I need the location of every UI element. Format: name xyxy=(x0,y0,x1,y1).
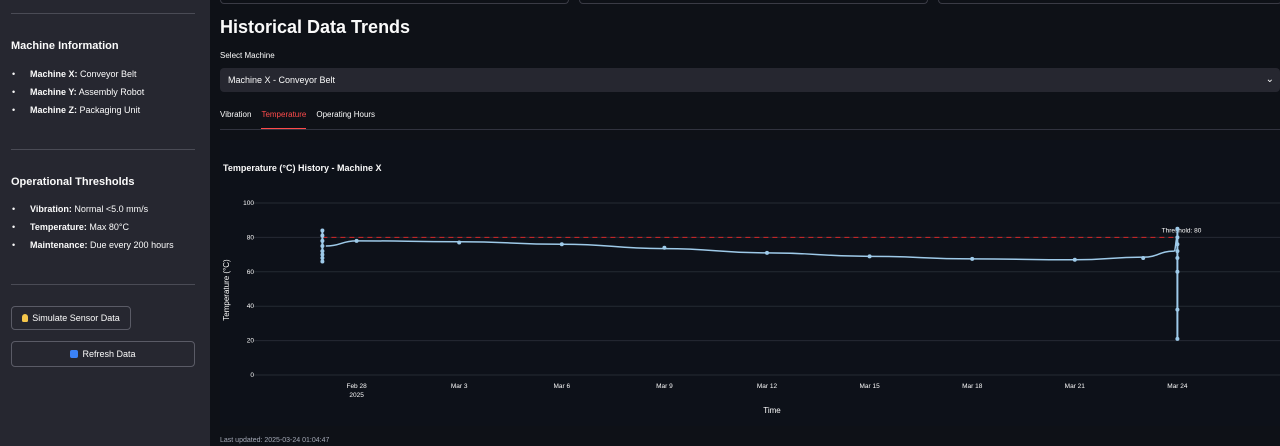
data-point[interactable] xyxy=(354,238,359,243)
data-point[interactable] xyxy=(320,259,325,264)
data-point[interactable] xyxy=(1141,256,1146,261)
data-point[interactable] xyxy=(1175,226,1180,231)
data-point[interactable] xyxy=(320,249,325,254)
tab-bar: Vibration Temperature Operating Hours xyxy=(220,109,385,130)
refresh-icon xyxy=(70,350,79,358)
data-point[interactable] xyxy=(1175,235,1180,240)
x-tick-label: Feb 28 xyxy=(346,383,367,390)
series-points xyxy=(320,226,1180,341)
x-tick-label: Mar 18 xyxy=(962,383,983,390)
data-point[interactable] xyxy=(1175,307,1180,312)
machine-info-list: Machine X: Conveyor Belt Machine Y: Asse… xyxy=(11,65,144,119)
tab-vibration[interactable]: Vibration xyxy=(220,109,251,129)
list-item: Vibration: Normal <5.0 mm/s xyxy=(11,200,174,218)
tab-operating-hours[interactable]: Operating Hours xyxy=(316,109,375,129)
x-tick-label: Mar 12 xyxy=(757,383,778,390)
select-machine-label: Select Machine xyxy=(220,51,275,60)
data-point[interactable] xyxy=(1175,249,1180,254)
y-tick-label: 80 xyxy=(247,234,255,241)
threshold-label: Threshold: 80 xyxy=(1162,227,1202,234)
data-point[interactable] xyxy=(320,228,325,233)
x-axis-label: Time xyxy=(763,406,781,415)
metric-card xyxy=(938,0,1280,4)
data-point[interactable] xyxy=(867,254,872,259)
chart-container: Temperature (°C) History - Machine X 0 20… xyxy=(220,140,1280,426)
sidebar-divider xyxy=(11,149,195,150)
x-axis-ticks: Feb 28 2025 Mar 3 Mar 6 Mar 9 Mar 12 Mar 15 Mar… xyxy=(346,383,1187,399)
thresholds-heading: Operational Thresholds xyxy=(11,176,135,188)
last-updated-text: Last updated: 2025-03-24 01:04:47 xyxy=(220,437,330,444)
data-point[interactable] xyxy=(320,252,325,257)
data-point[interactable] xyxy=(457,240,462,245)
y-tick-label: 0 xyxy=(250,372,254,379)
data-point[interactable] xyxy=(1175,336,1180,341)
data-point[interactable] xyxy=(1175,256,1180,261)
machine-select-value: Machine X - Conveyor Belt xyxy=(228,75,336,85)
x-tick-label: 2025 xyxy=(349,392,364,399)
series-line xyxy=(325,236,1179,261)
main-content: Historical Data Trends Select Machine Ma… xyxy=(210,0,1280,446)
x-tick-label: Mar 15 xyxy=(859,383,880,390)
y-tick-label: 100 xyxy=(243,200,254,207)
tab-divider xyxy=(220,129,1280,130)
page-title: Historical Data Trends xyxy=(220,17,411,37)
data-point[interactable] xyxy=(320,238,325,243)
list-item: Machine X: Conveyor Belt xyxy=(11,65,144,83)
list-item: Machine Y: Assembly Robot xyxy=(11,83,144,101)
data-point[interactable] xyxy=(320,244,325,248)
tab-temperature[interactable]: Temperature xyxy=(261,109,306,130)
temperature-chart: Temperature (°C) History - Machine X 0 20… xyxy=(222,163,1280,415)
data-point[interactable] xyxy=(320,233,325,238)
y-axis-label: Temperature (°C) xyxy=(222,259,231,321)
data-point[interactable] xyxy=(320,256,325,261)
data-point[interactable] xyxy=(1072,257,1077,262)
chart-title: Temperature (°C) History - Machine X xyxy=(223,163,381,173)
list-item: Maintenance: Due every 200 hours xyxy=(11,236,174,254)
y-axis-ticks: 0 20 40 60 80 100 xyxy=(243,200,254,379)
data-point[interactable] xyxy=(765,250,769,255)
y-tick-label: 20 xyxy=(247,338,255,345)
y-tick-label: 40 xyxy=(247,303,255,310)
lightbulb-icon xyxy=(22,314,29,322)
sidebar: Machine Information Machine X: Conveyor … xyxy=(0,0,210,446)
refresh-data-button[interactable]: Refresh Data xyxy=(11,341,195,367)
sidebar-divider xyxy=(11,13,195,14)
x-tick-label: Mar 21 xyxy=(1065,383,1086,390)
x-tick-label: Mar 9 xyxy=(656,383,673,390)
data-point[interactable] xyxy=(559,242,564,247)
simulate-sensor-data-button[interactable]: Simulate Sensor Data xyxy=(11,306,131,330)
data-point[interactable] xyxy=(1175,242,1180,247)
chart-grid xyxy=(254,202,1280,376)
machine-select[interactable]: Machine X - Conveyor Belt ⌄ xyxy=(220,68,1280,92)
metric-card xyxy=(579,0,928,4)
metric-card xyxy=(220,0,569,4)
x-tick-label: Mar 3 xyxy=(451,383,468,390)
x-tick-label: Mar 24 xyxy=(1167,383,1188,390)
thresholds-list: Vibration: Normal <5.0 mm/s Temperature:… xyxy=(11,200,174,254)
machine-info-heading: Machine Information xyxy=(11,40,119,52)
data-point[interactable] xyxy=(970,256,975,261)
y-tick-label: 60 xyxy=(247,269,255,276)
x-tick-label: Mar 6 xyxy=(553,383,570,390)
sidebar-divider xyxy=(11,284,195,285)
list-item: Temperature: Max 80°C xyxy=(11,218,174,236)
chevron-down-icon: ⌄ xyxy=(1265,74,1274,85)
data-point[interactable] xyxy=(1175,269,1180,274)
list-item: Machine Z: Packaging Unit xyxy=(11,101,144,119)
data-point[interactable] xyxy=(662,245,667,250)
